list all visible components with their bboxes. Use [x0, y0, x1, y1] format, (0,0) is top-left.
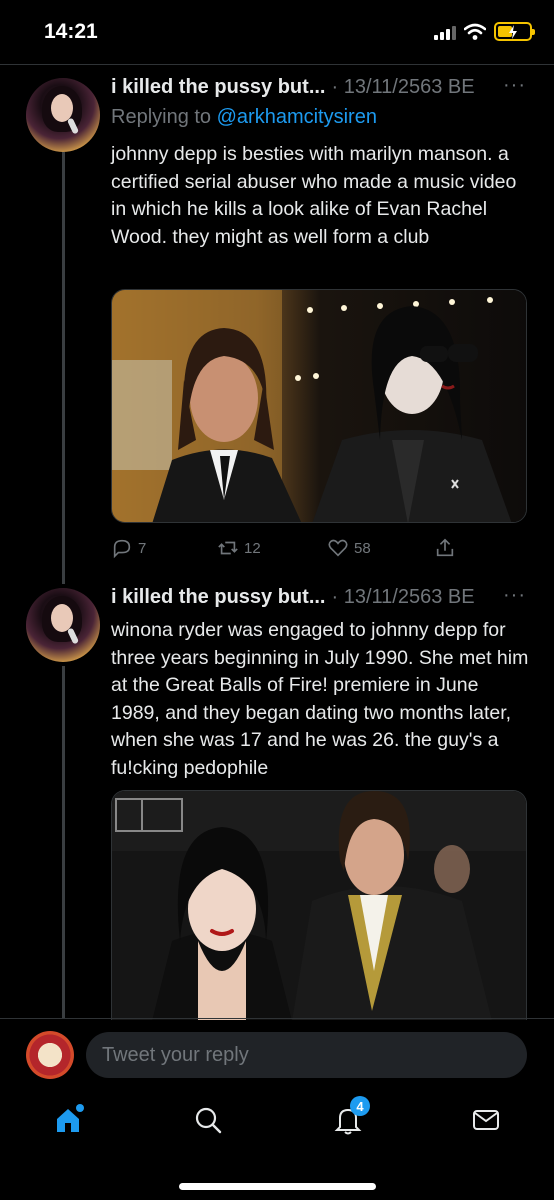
share-icon	[436, 538, 454, 557]
avatar[interactable]	[26, 78, 100, 152]
tab-notifications[interactable]: 4	[328, 1096, 370, 1140]
home-indicator	[179, 1183, 376, 1190]
heart-icon	[328, 539, 348, 557]
avatar[interactable]	[26, 588, 100, 662]
retweet-count: 12	[244, 539, 261, 557]
share-action[interactable]	[434, 537, 456, 559]
tweet-date: · 13/11/2563 BE	[331, 586, 475, 608]
retweet-action[interactable]: 12	[217, 537, 261, 559]
battery-icon	[494, 22, 535, 41]
tweet-actions: 7 12 58	[111, 533, 527, 563]
more-options-icon[interactable]: ···	[503, 74, 526, 97]
photo-ryder-depp	[112, 791, 526, 1020]
like-count: 58	[354, 539, 371, 557]
author-name[interactable]: i killed the pussy but...	[111, 586, 325, 609]
search-icon	[195, 1107, 222, 1134]
reply-input[interactable]: Tweet your reply	[86, 1032, 527, 1078]
tab-search[interactable]	[188, 1100, 228, 1140]
replying-to: Replying to @arkhamcitysiren	[111, 106, 377, 129]
reply-count: 7	[138, 539, 147, 557]
tab-messages[interactable]	[466, 1100, 506, 1140]
photo-depp-manson	[112, 290, 526, 522]
header-divider	[0, 64, 554, 65]
tab-home[interactable]	[48, 1100, 88, 1140]
thread-line	[62, 666, 65, 1018]
status-bar: 14:21	[0, 0, 554, 64]
mail-icon	[473, 1110, 499, 1130]
reply-icon	[113, 539, 131, 559]
notifications-badge: 4	[350, 1096, 370, 1116]
more-options-icon[interactable]: ···	[503, 584, 526, 607]
author-name[interactable]: i killed the pussy but...	[111, 76, 325, 99]
wifi-icon	[464, 23, 486, 40]
tweet-text: winona ryder was engaged to johnny depp …	[111, 619, 529, 779]
replying-to-handle[interactable]: @arkhamcitysiren	[217, 106, 377, 128]
tweet-date: · 13/11/2563 BE	[331, 76, 475, 98]
home-new-dot	[76, 1104, 84, 1112]
cellular-signal-icon	[434, 24, 456, 40]
reply-action[interactable]: 7	[111, 537, 146, 559]
tweet-header: i killed the pussy but... · 13/11/2563 B…	[111, 586, 475, 609]
status-icons	[434, 22, 535, 41]
replying-to-label: Replying to	[111, 106, 212, 128]
like-action[interactable]: 58	[327, 537, 371, 559]
tweet-header: i killed the pussy but... · 13/11/2563 B…	[111, 76, 475, 99]
my-avatar[interactable]	[26, 1031, 74, 1079]
status-time: 14:21	[44, 20, 98, 43]
retweet-icon	[218, 541, 238, 555]
tweet-photo[interactable]	[111, 790, 527, 1020]
tweet-photo[interactable]	[111, 289, 527, 523]
thread-line	[62, 152, 65, 584]
tweet-text: johnny depp is besties with marilyn mans…	[111, 143, 517, 248]
reply-bar: Tweet your reply	[0, 1018, 554, 1092]
